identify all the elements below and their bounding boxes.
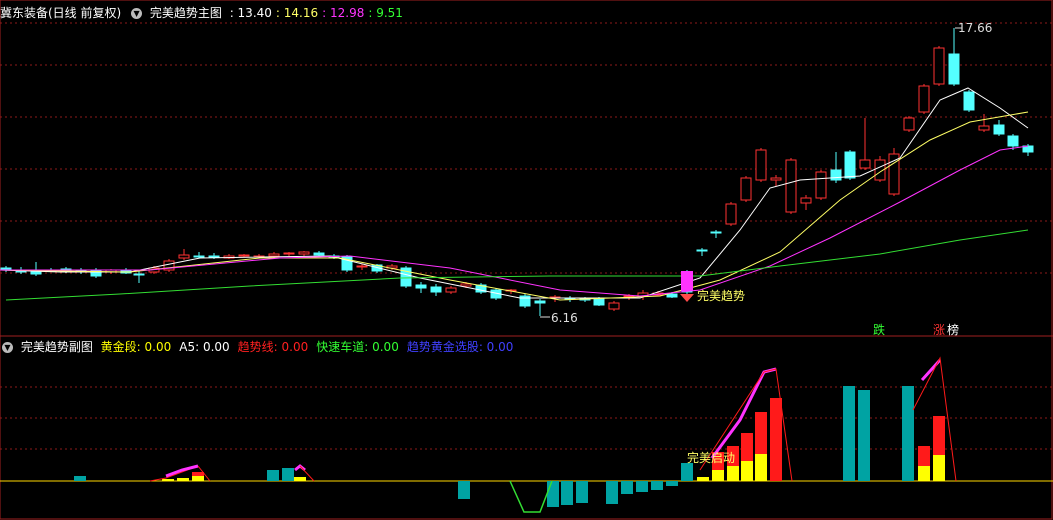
sub-yellow-bar	[697, 477, 709, 481]
signal-arrow	[680, 294, 694, 302]
start-signal-label: 完美启动	[687, 451, 736, 465]
sub-cyan-bar	[858, 390, 870, 481]
sub-yellow-bar	[192, 476, 204, 481]
candle-body	[903, 117, 915, 131]
high-price-label: 17.66	[958, 21, 993, 35]
sub-cyan-bar	[576, 481, 588, 503]
candle-body	[725, 203, 737, 225]
list-marker: 榜	[947, 323, 960, 337]
candle-body	[133, 273, 145, 276]
sub-cyan-bar	[282, 468, 294, 481]
main-value-3: : 9.51	[368, 6, 403, 20]
candle-body	[193, 255, 205, 258]
sub-yellow-bar	[162, 479, 174, 481]
sub-yellow-bar	[741, 461, 753, 481]
sub-yellow-bar	[755, 454, 767, 481]
main-value-1: : 14.16	[275, 6, 319, 20]
candle-body	[415, 284, 427, 289]
sub-red-bar	[192, 472, 204, 476]
sub-indicator-name[interactable]: 完美趋势副图	[21, 340, 93, 354]
candle-body	[666, 293, 678, 298]
sub-yellow-bar	[918, 466, 930, 481]
rise-marker: 涨	[933, 323, 946, 337]
candle-body	[356, 265, 368, 268]
sub-cyan-bar	[606, 481, 618, 504]
candle-body	[800, 197, 812, 204]
candle-body	[918, 85, 930, 113]
frame	[0, 0, 1053, 520]
signal-bar	[681, 271, 693, 291]
candle-body	[844, 151, 856, 179]
stock-title[interactable]: 冀东装备(日线 前复权)	[0, 6, 121, 20]
main-value-2: : 12.98	[322, 6, 365, 20]
main-value-0: : 13.40	[229, 6, 272, 20]
candle-body	[888, 153, 900, 195]
sub-value-4: 趋势黄金选股: 0.00	[406, 340, 514, 354]
candle-body	[1007, 135, 1019, 147]
candle-body	[430, 286, 442, 293]
chart-canvas[interactable]	[0, 0, 1053, 520]
candle-body	[460, 283, 472, 287]
sub-cyan-bar	[843, 386, 855, 481]
sub-yellow-bar	[727, 466, 739, 481]
candle-body	[815, 171, 827, 199]
candle-body	[785, 159, 797, 213]
candle-body	[313, 252, 325, 256]
sub-yellow-bar	[294, 477, 306, 481]
sub-cyan-bar	[267, 470, 279, 481]
candle-body	[770, 177, 782, 181]
candle-body	[238, 254, 250, 257]
sub-cyan-bar	[547, 481, 559, 507]
sub-cyan-bar	[651, 481, 663, 490]
candle-body	[298, 251, 310, 255]
candle-body	[208, 255, 220, 258]
sub-cyan-bar	[74, 476, 86, 481]
sub-cyan-bar	[458, 481, 470, 499]
candle-body	[830, 169, 842, 181]
sub-value-2: 趋势线: 0.00	[237, 340, 309, 354]
sub-cyan-bar	[621, 481, 633, 494]
low-price-label: 6.16	[551, 311, 578, 325]
candle-body	[755, 149, 767, 181]
candle-body	[283, 252, 295, 255]
candle-body	[740, 177, 752, 201]
candle-body	[993, 124, 1005, 135]
sub-yellow-bar	[177, 478, 189, 481]
candle-body	[593, 298, 605, 306]
sub-cyan-bar	[561, 481, 573, 505]
candle-body	[710, 231, 722, 234]
candle-body	[445, 287, 457, 293]
sub-chart-header: ▼ 完美趋势副图 黄金段: 0.00 A5: 0.00 趋势线: 0.00 快速车道:…	[0, 337, 525, 357]
indicator-settings-icon[interactable]: ▼	[131, 8, 143, 19]
signal-label: 完美趋势	[697, 289, 746, 303]
sub-cyan-bar	[666, 481, 678, 486]
candle-body	[963, 91, 975, 111]
candle-body	[933, 47, 945, 85]
sub-indicator-settings-icon[interactable]: ▼	[2, 342, 13, 353]
sub-value-1: A5: 0.00	[179, 340, 230, 354]
sub-yellow-bar	[712, 470, 724, 481]
candle-body	[534, 300, 546, 304]
sub-yellow-bar	[933, 455, 945, 481]
candle-body	[268, 253, 280, 257]
sub-indicator-values: 黄金段: 0.00 A5: 0.00 趋势线: 0.00 快速车道: 0.00 趋势黄金…	[101, 340, 522, 354]
sub-red-bar	[770, 398, 782, 481]
candle-body	[859, 159, 871, 169]
sub-value-3: 快速车道: 0.00	[316, 340, 399, 354]
main-indicator-values: : 13.40: 14.16: 12.98: 9.51	[230, 6, 407, 20]
candle-body	[696, 249, 708, 252]
sub-green-dip	[509, 480, 553, 513]
candle-body	[978, 125, 990, 131]
ma-long-line	[5, 229, 1029, 301]
candle-body	[608, 302, 620, 310]
main-chart-header: 冀东装备(日线 前复权) ▼ 完美趋势主图 : 13.40: 14.16: 12…	[0, 3, 411, 23]
main-indicator-name[interactable]: 完美趋势主图	[150, 6, 222, 20]
fall-marker: 跌	[873, 323, 886, 337]
sub-cyan-bar	[636, 481, 648, 492]
sub-value-0: 黄金段: 0.00	[100, 340, 172, 354]
sub-cyan-bar	[902, 386, 914, 481]
candle-body	[178, 254, 190, 259]
candle-body	[948, 53, 960, 85]
